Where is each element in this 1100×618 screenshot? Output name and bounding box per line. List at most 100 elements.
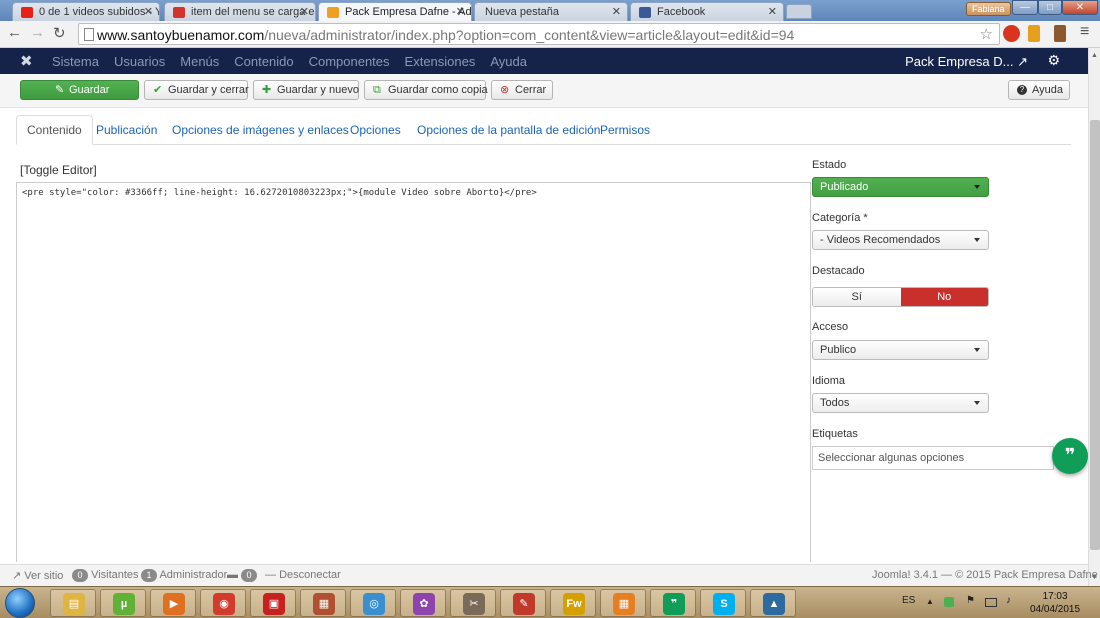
taskbar-app-app-9[interactable]: ✂ — [450, 589, 496, 617]
taskbar-app-utorrent[interactable]: µ — [100, 589, 146, 617]
system-clock[interactable]: 17:03 04/04/2015 — [1030, 590, 1080, 616]
taskbar-app-app-15[interactable]: ▲ — [750, 589, 796, 617]
browser-tab-new[interactable]: Nueva pestaña ✕ — [474, 2, 628, 21]
menu-menus[interactable]: Menús — [180, 54, 219, 69]
estado-select[interactable]: Publicado — [812, 177, 989, 197]
tray-app-icon[interactable] — [944, 597, 954, 607]
close-button[interactable]: ⊗ Cerrar — [491, 80, 553, 100]
browser-tab-item-menu[interactable]: item del menu se carga e ✕ — [164, 2, 316, 21]
tray-expand-icon[interactable]: ▲ — [926, 597, 934, 606]
help-button[interactable]: ? Ayuda — [1008, 80, 1070, 100]
extension-flag-icon[interactable] — [1028, 25, 1040, 42]
bookmark-star-icon[interactable]: ☆ — [980, 25, 993, 43]
joomla-logo-icon[interactable]: ✖ — [20, 52, 33, 70]
reload-icon[interactable]: ↻ — [53, 24, 66, 42]
taskbar-app-app-12[interactable]: ▦ — [600, 589, 646, 617]
menu-componentes[interactable]: Componentes — [309, 54, 390, 69]
view-site-link[interactable]: ↗ Ver sitio — [12, 569, 63, 582]
save-copy-button[interactable]: ⧉ Guardar como copia — [364, 80, 488, 100]
menu-extensiones[interactable]: Extensiones — [405, 54, 476, 69]
scroll-up-icon[interactable]: ▲ — [1091, 52, 1098, 59]
toggle-editor-link[interactable]: [Toggle Editor] — [20, 163, 97, 177]
url-input[interactable]: www.santoybuenamor.com/nueva/administrat… — [78, 23, 1000, 45]
forward-icon[interactable]: → — [30, 24, 45, 41]
taskbar-app-picasa[interactable]: ✿ — [400, 589, 446, 617]
new-tab-button[interactable] — [786, 4, 812, 19]
taskbar-app-app-6[interactable]: ▦ — [300, 589, 346, 617]
browser-tab-title: Nueva pestaña — [485, 6, 559, 18]
messages-status[interactable]: ▬ 0 — [227, 569, 258, 582]
extension-pen-icon[interactable] — [1054, 25, 1066, 42]
maximize-button[interactable]: □ — [1038, 0, 1062, 15]
destacado-yes-button[interactable]: Sí — [813, 288, 901, 306]
taskbar-app-app-7[interactable]: ◎ — [350, 589, 396, 617]
browser-tab-youtube[interactable]: 0 de 1 videos subidos - Yo ✕ — [12, 2, 160, 21]
tab-opciones[interactable]: Opciones — [350, 123, 401, 137]
taskbar-app-explorer[interactable]: ▤ — [50, 589, 96, 617]
taskbar-app-hangouts[interactable]: ❞ — [650, 589, 696, 617]
hangouts-chat-icon[interactable]: ❞ — [1052, 438, 1088, 474]
hangouts-icon: ❞ — [663, 593, 685, 615]
close-tab-icon[interactable]: ✕ — [612, 5, 621, 18]
logout-link[interactable]: — Desconectar — [265, 569, 341, 581]
windows-start-icon[interactable] — [5, 588, 35, 618]
article-editor[interactable]: <pre style="color: #3366ff; line-height:… — [16, 182, 811, 562]
taskbar-app-chrome[interactable]: ◉ — [200, 589, 246, 617]
close-tab-icon[interactable]: ✕ — [456, 5, 465, 18]
tab-permisos[interactable]: Permisos — [600, 123, 650, 137]
fireworks-icon: Fw — [563, 593, 585, 615]
taskbar-app-app-10[interactable]: ✎ — [500, 589, 546, 617]
language-indicator[interactable]: ES — [902, 595, 915, 606]
menu-sistema[interactable]: Sistema — [52, 54, 99, 69]
close-tab-icon[interactable]: ✕ — [300, 5, 309, 18]
page-scrollbar[interactable]: ▲ ▼ — [1088, 48, 1100, 588]
extension-stop-icon[interactable] — [1003, 25, 1020, 42]
tab-contenido[interactable]: Contenido — [16, 115, 93, 145]
minimize-button[interactable]: — — [1012, 0, 1038, 15]
categoria-label: Categoría * — [812, 212, 868, 224]
tab-opciones-imagenes[interactable]: Opciones de imágenes y enlaces — [172, 123, 349, 137]
admin-count-badge: 1 — [141, 569, 157, 582]
taskbar-app-fireworks[interactable]: Fw — [550, 589, 596, 617]
browser-tab-bar: 0 de 1 videos subidos - Yo ✕ item del me… — [0, 0, 1100, 21]
edit-tabs: Contenido Publicación Opciones de imágen… — [16, 115, 1071, 145]
volume-icon[interactable]: ♪ — [1006, 595, 1011, 606]
browser-user-badge[interactable]: Fabiana — [966, 2, 1011, 16]
menu-usuarios[interactable]: Usuarios — [114, 54, 165, 69]
taskbar-app-media-player[interactable]: ▶ — [150, 589, 196, 617]
menu-contenido[interactable]: Contenido — [234, 54, 293, 69]
menu-ayuda[interactable]: Ayuda — [490, 54, 527, 69]
close-tab-icon[interactable]: ✕ — [144, 5, 153, 18]
video-app-icon: ▣ — [263, 593, 285, 615]
action-center-flag-icon[interactable]: ⚑ — [966, 595, 975, 606]
idioma-select[interactable]: Todos — [812, 393, 989, 413]
etiquetas-input[interactable]: Seleccionar algunas opciones — [812, 446, 1054, 470]
acceso-select[interactable]: Publico — [812, 340, 989, 360]
browser-tab-facebook[interactable]: Facebook ✕ — [630, 2, 784, 21]
save-new-button[interactable]: ✚ Guardar y nuevo — [253, 80, 359, 100]
save-button[interactable]: ✎ Guardar — [20, 80, 139, 100]
destacado-no-button[interactable]: No — [900, 288, 988, 306]
site-name-link[interactable]: Pack Empresa D... ↗ — [905, 54, 1028, 70]
close-tab-icon[interactable]: ✕ — [768, 5, 777, 18]
editor-content: <pre style="color: #3366ff; line-height:… — [22, 188, 537, 198]
taskbar-app-video-app[interactable]: ▣ — [250, 589, 296, 617]
app-9-icon: ✂ — [463, 593, 485, 615]
browser-menu-icon[interactable]: ≡ — [1080, 23, 1089, 41]
browser-tab-pack-empresa[interactable]: Pack Empresa Dafne - Adi ✕ — [318, 2, 472, 21]
back-icon[interactable]: ← — [7, 24, 22, 41]
destacado-toggle: Sí No — [812, 287, 989, 307]
tab-publicacion[interactable]: Publicación — [96, 123, 157, 137]
categoria-select[interactable]: - Videos Recomendados — [812, 230, 989, 250]
browser-tab-title: Facebook — [657, 6, 706, 18]
gear-icon[interactable]: ⚙ — [1047, 52, 1060, 69]
network-icon[interactable] — [985, 598, 997, 607]
admin-header: ✖ Sistema Usuarios Menús Contenido Compo… — [0, 48, 1100, 74]
tab-opciones-pantalla[interactable]: Opciones de la pantalla de edición — [417, 123, 600, 137]
close-window-button[interactable]: ✕ — [1062, 0, 1098, 15]
scroll-thumb[interactable] — [1090, 120, 1100, 550]
message-icon: ▬ — [227, 569, 238, 581]
taskbar-app-skype[interactable]: S — [700, 589, 746, 617]
external-link-icon: ↗ — [1017, 54, 1028, 69]
save-close-button[interactable]: ✔ Guardar y cerrar — [144, 80, 249, 100]
